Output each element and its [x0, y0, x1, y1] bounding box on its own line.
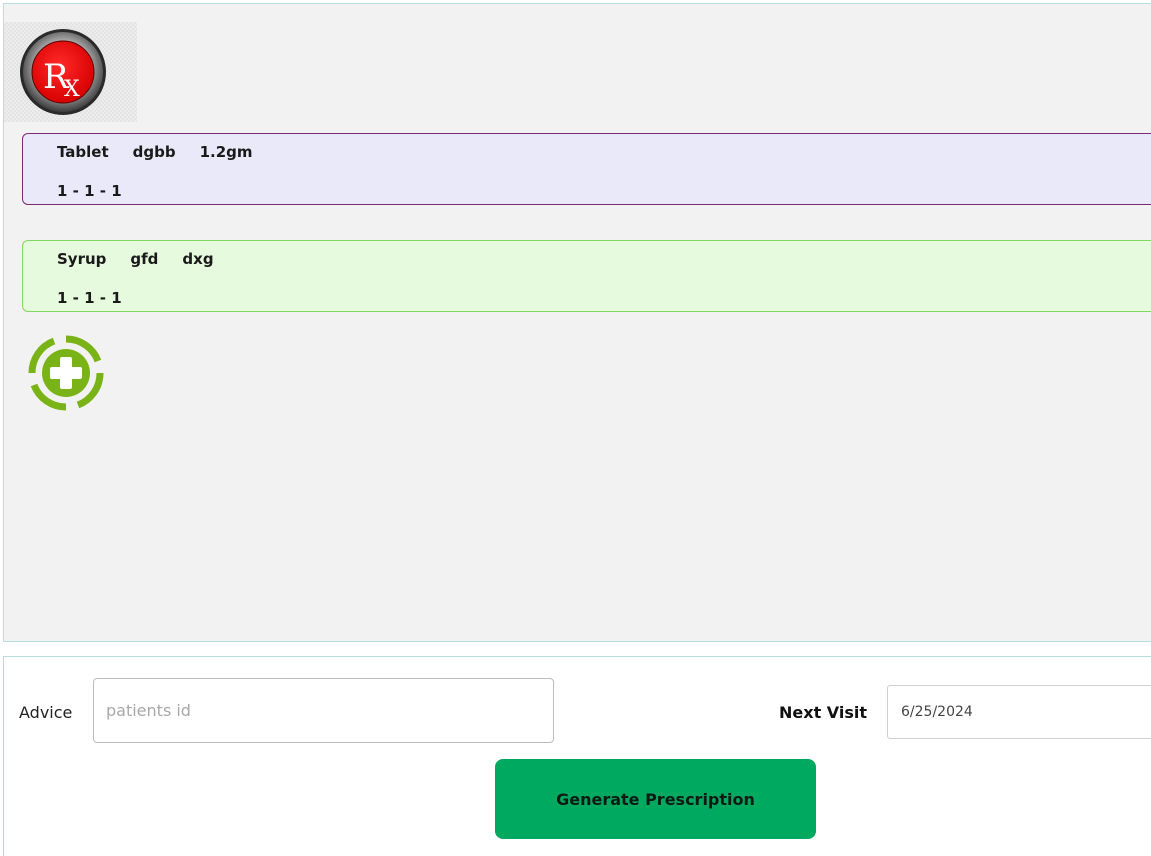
medicine-schedule: 1 - 1 - 1: [57, 182, 122, 200]
add-medicine-button[interactable]: [26, 333, 106, 413]
prescription-panel: R X Tablet dgbb 1.2gm 1 - 1 - 1 Syrup gfd dx…: [3, 3, 1151, 642]
medicine-name: dgbb: [132, 143, 176, 161]
advice-label: Advice: [19, 703, 73, 722]
medicine-card-syrup[interactable]: Syrup gfd dxg 1 - 1 - 1: [22, 240, 1151, 312]
medicine-dose: dxg: [182, 250, 214, 268]
next-visit-date-input[interactable]: [887, 685, 1151, 739]
generate-prescription-button[interactable]: Generate Prescription: [495, 759, 816, 839]
svg-text:X: X: [64, 77, 80, 102]
prescription-footer: Advice Next Visit Generate Prescription: [3, 656, 1151, 856]
medicine-schedule: 1 - 1 - 1: [57, 289, 122, 307]
medicine-type: Syrup: [57, 250, 107, 268]
rx-logo: R X: [4, 22, 137, 122]
medicine-info: Syrup gfd dxg: [57, 250, 214, 268]
advice-input[interactable]: [93, 678, 554, 743]
next-visit-label: Next Visit: [779, 703, 868, 722]
medicine-dose: 1.2gm: [199, 143, 253, 161]
medicine-card-tablet[interactable]: Tablet dgbb 1.2gm 1 - 1 - 1: [22, 133, 1151, 205]
medicine-name: gfd: [130, 250, 159, 268]
add-circle-icon: [28, 335, 104, 411]
rx-icon: R X: [20, 29, 106, 115]
medicine-type: Tablet: [57, 143, 109, 161]
medicine-info: Tablet dgbb 1.2gm: [57, 143, 253, 161]
